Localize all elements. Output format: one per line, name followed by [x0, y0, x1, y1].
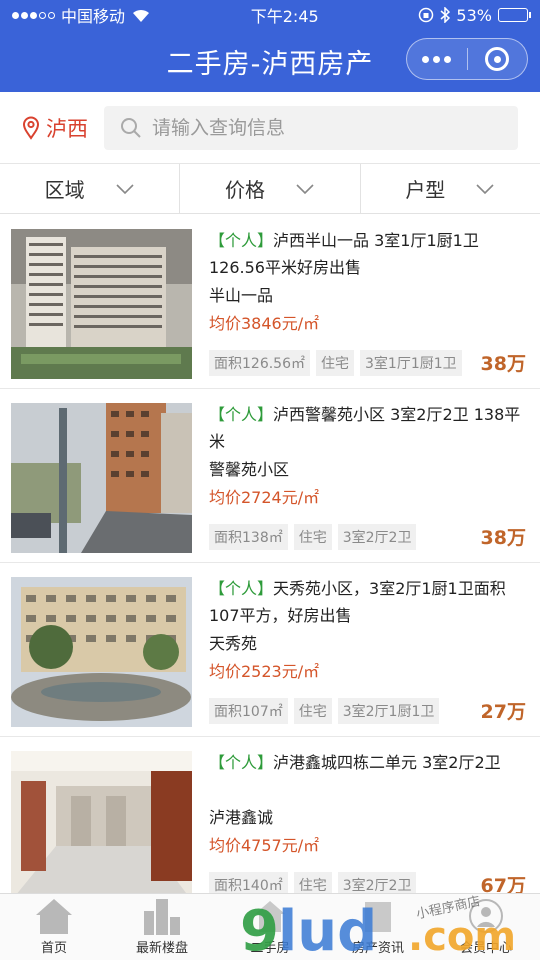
listing-title: 【个人】泸西警馨苑小区 3室2厅2卫 138平米 — [209, 401, 526, 455]
status-bar: 中国移动 下午2:45 53% — [0, 0, 540, 30]
filter-layout-label: 户型 — [405, 178, 446, 202]
listing-info: 【个人】泸西半山一品 3室1厅1厨1卫 126.56平米好房出售 半山一品 均价… — [209, 227, 526, 337]
listing-type-chip: 住宅 — [293, 697, 332, 724]
filter-bar: 区域 价格 户型 — [0, 164, 540, 214]
tab-news-label: 房产资讯 — [351, 941, 404, 956]
chevron-down-icon — [476, 183, 494, 194]
search-icon — [121, 117, 141, 138]
filter-layout[interactable]: 户型 — [361, 164, 540, 213]
listing-tag: 【个人】 — [209, 753, 274, 772]
search-box[interactable] — [104, 105, 518, 150]
bottom-tab-bar: 首页 最新楼盘 二手房 房产资讯 会员中心 — [0, 893, 540, 960]
listing-title: 【个人】泸西半山一品 3室1厅1厨1卫 126.56平米好房出售 — [209, 227, 526, 281]
tab-second-hand-label: 二手房 — [250, 941, 290, 956]
buildings-icon — [144, 898, 180, 935]
battery-icon — [497, 8, 531, 22]
close-miniprogram-button[interactable] — [468, 39, 528, 79]
listing-community: 天秀苑 — [209, 634, 258, 653]
listing-tag: 【个人】 — [209, 405, 274, 424]
listing-price: 38万 — [480, 527, 526, 549]
listing-area-chip: 面积126.56㎡ — [209, 349, 310, 376]
search-input[interactable] — [152, 116, 502, 139]
miniprogram-capsule — [406, 38, 528, 80]
listing-meta: 面积126.56㎡ 住宅 3室1厅1厨1卫 38万 — [209, 349, 526, 376]
listing-item[interactable]: 【个人】泸港鑫城四栋二单元 3室2厅2卫 泸港鑫诚 均价4757元/㎡ 面积14… — [0, 737, 540, 911]
chevron-down-icon — [296, 183, 314, 194]
tab-member[interactable]: 会员中心 — [432, 894, 540, 960]
filter-area-label: 区域 — [44, 178, 85, 202]
listing-area-chip: 面积107㎡ — [209, 697, 288, 724]
listing-avg-price: 均价2724元/㎡ — [209, 488, 320, 507]
location-pin-icon — [22, 116, 40, 140]
clock-text: 下午2:45 — [250, 7, 319, 26]
listing-avg-price: 均价2523元/㎡ — [209, 662, 320, 681]
listing-type-chip: 住宅 — [316, 349, 354, 376]
listing-type-chip: 住宅 — [293, 523, 332, 550]
news-icon — [365, 901, 391, 932]
listing-price: 38万 — [480, 353, 526, 375]
filter-price-label: 价格 — [224, 178, 265, 202]
listing-tag: 【个人】 — [209, 579, 274, 598]
listing-photo — [11, 403, 192, 553]
page-title: 二手房-泸西房产 — [166, 48, 374, 80]
listing-meta: 面积138㎡ 住宅 3室2厅2卫 38万 — [209, 523, 526, 550]
bluetooth-icon — [440, 7, 451, 23]
tab-member-label: 会员中心 — [459, 941, 512, 956]
tab-second-hand[interactable]: 二手房 — [216, 894, 324, 960]
listing-tag: 【个人】 — [209, 231, 274, 250]
target-icon — [485, 47, 510, 71]
search-row: 泸西 — [0, 92, 540, 164]
top-bar: 中国移动 下午2:45 53% 二手房-泸西房产 — [0, 0, 540, 92]
filter-price[interactable]: 价格 — [180, 164, 361, 213]
listing-layout-chip: 3室1厅1厨1卫 — [360, 349, 462, 376]
more-button[interactable] — [407, 39, 467, 79]
listing-item[interactable]: 【个人】泸西警馨苑小区 3室2厅2卫 138平米 警馨苑小区 均价2724元/㎡… — [0, 389, 540, 563]
listing-avg-price: 均价4757元/㎡ — [209, 836, 320, 855]
listing-community: 半山一品 — [209, 286, 274, 305]
chevron-down-icon — [116, 183, 134, 194]
user-icon — [469, 898, 503, 933]
listing-list: 【个人】泸西半山一品 3室1厅1厨1卫 126.56平米好房出售 半山一品 均价… — [0, 215, 540, 911]
listing-photo — [11, 229, 192, 379]
tab-new-projects-label: 最新楼盘 — [135, 941, 188, 956]
listing-title: 【个人】天秀苑小区，3室2厅1厨1卫面积107平方，好房出售 — [209, 575, 526, 629]
house-icon — [255, 900, 285, 932]
battery-percent: 53% — [456, 5, 492, 25]
listing-photo — [11, 751, 192, 901]
listing-community: 警馨苑小区 — [209, 460, 290, 479]
listing-layout-chip: 3室2厅1厨1卫 — [337, 697, 440, 724]
listing-info: 【个人】泸港鑫城四栋二单元 3室2厅2卫 泸港鑫诚 均价4757元/㎡ — [209, 749, 526, 859]
tab-news[interactable]: 房产资讯 — [324, 894, 432, 960]
filter-area[interactable]: 区域 — [0, 164, 181, 213]
listing-info: 【个人】泸西警馨苑小区 3室2厅2卫 138平米 警馨苑小区 均价2724元/㎡ — [209, 401, 526, 511]
listing-community: 泸港鑫诚 — [209, 808, 274, 827]
more-dots-icon — [422, 55, 452, 63]
listing-layout-chip: 3室2厅2卫 — [337, 523, 417, 550]
listing-meta: 面积107㎡ 住宅 3室2厅1厨1卫 27万 — [209, 697, 526, 724]
listing-avg-price: 均价3846元/㎡ — [209, 314, 320, 333]
carrier-text: 中国移动 — [61, 7, 126, 26]
location-label: 泸西 — [46, 116, 88, 141]
tab-new-projects[interactable]: 最新楼盘 — [108, 894, 216, 960]
listing-title-text: 泸港鑫城四栋二单元 3室2厅2卫 — [273, 753, 501, 772]
listing-area-chip: 面积138㎡ — [209, 523, 288, 550]
listing-item[interactable]: 【个人】天秀苑小区，3室2厅1厨1卫面积107平方，好房出售 天秀苑 均价252… — [0, 563, 540, 737]
tab-home-label: 首页 — [40, 941, 67, 956]
orientation-lock-icon — [419, 7, 434, 23]
nav-header: 二手房-泸西房产 — [0, 30, 540, 92]
tab-home[interactable]: 首页 — [0, 894, 108, 960]
location-selector[interactable]: 泸西 — [22, 113, 102, 143]
listing-title: 【个人】泸港鑫城四栋二单元 3室2厅2卫 — [209, 749, 526, 803]
home-icon — [36, 898, 72, 934]
listing-price: 27万 — [480, 701, 526, 723]
listing-info: 【个人】天秀苑小区，3室2厅1厨1卫面积107平方，好房出售 天秀苑 均价252… — [209, 575, 526, 685]
listing-item[interactable]: 【个人】泸西半山一品 3室1厅1厨1卫 126.56平米好房出售 半山一品 均价… — [0, 215, 540, 389]
signal-icon — [12, 11, 55, 19]
wifi-icon — [133, 9, 150, 22]
listing-photo — [11, 577, 192, 727]
